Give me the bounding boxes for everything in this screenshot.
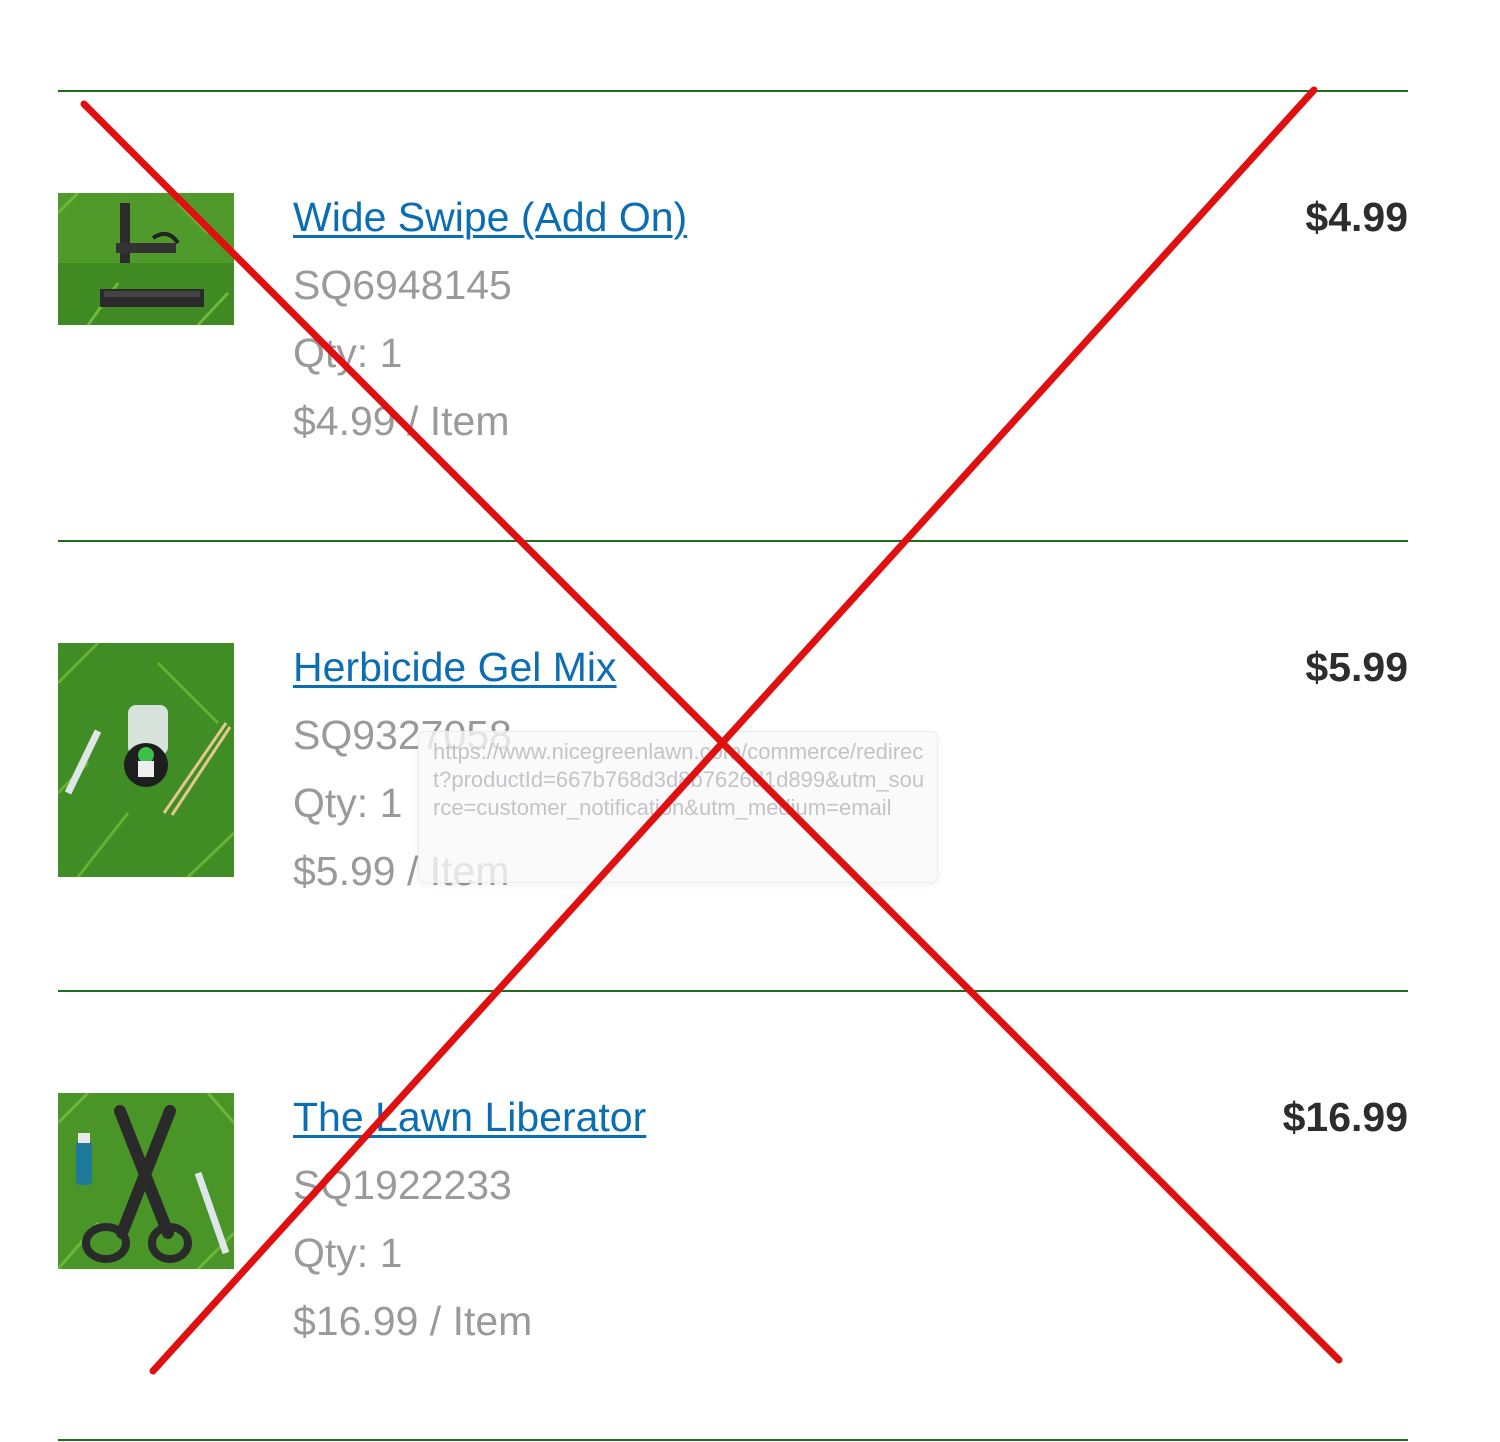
product-quantity: Qty: 1 [293, 1230, 403, 1276]
lawn-liberator-photo-icon [58, 1093, 234, 1269]
item-details: The Lawn Liberator SQ1922233 Qty: 1 $16.… [293, 1093, 646, 1345]
wide-swipe-photo-icon [58, 193, 234, 325]
item-divider [58, 990, 1408, 992]
product-image[interactable] [58, 643, 234, 877]
item-divider [58, 90, 1408, 92]
product-unit-price: $4.99 / Item [293, 398, 510, 444]
product-sku: SQ1922233 [293, 1162, 512, 1208]
line-total: $5.99 [1305, 644, 1408, 690]
item-divider [58, 540, 1408, 542]
product-name-link[interactable]: Herbicide Gel Mix [293, 643, 617, 691]
line-total: $4.99 [1305, 194, 1408, 240]
herbicide-gel-kit-photo-icon [58, 643, 234, 877]
line-total: $16.99 [1282, 1094, 1408, 1140]
product-unit-price: $16.99 / Item [293, 1298, 533, 1344]
product-name-link[interactable]: The Lawn Liberator [293, 1093, 646, 1141]
product-image[interactable] [58, 193, 234, 325]
item-divider [58, 1439, 1408, 1441]
link-url-tooltip: https://www.nicegreenlawn.com/commerce/r… [418, 731, 938, 883]
item-details: Wide Swipe (Add On) SQ6948145 Qty: 1 $4.… [293, 193, 687, 445]
product-quantity: Qty: 1 [293, 330, 403, 376]
tooltip-url-text: https://www.nicegreenlawn.com/commerce/r… [433, 739, 925, 820]
product-name-link[interactable]: Wide Swipe (Add On) [293, 193, 687, 241]
product-sku: SQ6948145 [293, 262, 512, 308]
product-image[interactable] [58, 1093, 234, 1269]
